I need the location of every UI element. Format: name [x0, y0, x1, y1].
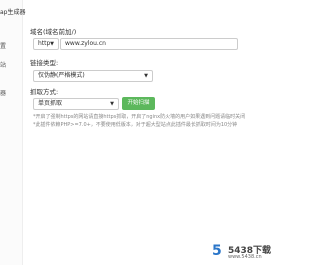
crawl-mode-select[interactable]: 单页抓取 ▼ — [33, 98, 119, 110]
link-type-value: 仅伪静(严格模式) — [38, 72, 85, 79]
protocol-select[interactable]: http ▼ — [33, 38, 59, 50]
site-watermark: 5 5438下载 www.5438.cn — [212, 241, 271, 263]
domain-label: 域名(域名前加/) — [30, 28, 77, 36]
php-version-note: *此插件依赖PHP>=7.0+，不要使用低版本，对于超大型站点此插件最长抓取时间… — [33, 122, 238, 128]
sitemap-form: 域名(域名前加/) http ▼ www.zylou.cn 链接类型: 仅伪静(… — [30, 0, 260, 265]
crawl-mode-label: 抓取方式: — [30, 88, 59, 96]
sidebar-item-2[interactable]: 站 — [0, 60, 6, 69]
sidebar-header: ap生成器 — [0, 9, 26, 16]
start-scan-button[interactable]: 开始扫描 — [122, 97, 155, 110]
chevron-down-icon: ▼ — [144, 73, 148, 79]
watermark-url: www.5438.cn — [228, 254, 262, 260]
chevron-down-icon: ▼ — [50, 41, 54, 47]
link-type-label: 链接类型: — [30, 59, 59, 67]
chevron-down-icon: ▼ — [110, 101, 114, 107]
sidebar-item-3[interactable]: 器 — [0, 88, 6, 97]
sidebar-item-1[interactable]: 置 — [0, 41, 6, 50]
sidebar: ap生成器 置 站 器 — [0, 0, 26, 265]
link-type-select[interactable]: 仅伪静(严格模式) ▼ — [33, 70, 153, 82]
crawl-mode-value: 单页抓取 — [38, 100, 63, 107]
protocol-value: http — [38, 40, 51, 47]
domain-input[interactable]: www.zylou.cn — [60, 38, 238, 50]
https-note: *开启了强制https的网站请直接https抓取，开启了nginx防火墙的用户如… — [33, 114, 246, 120]
watermark-logo: 5 — [212, 243, 222, 259]
